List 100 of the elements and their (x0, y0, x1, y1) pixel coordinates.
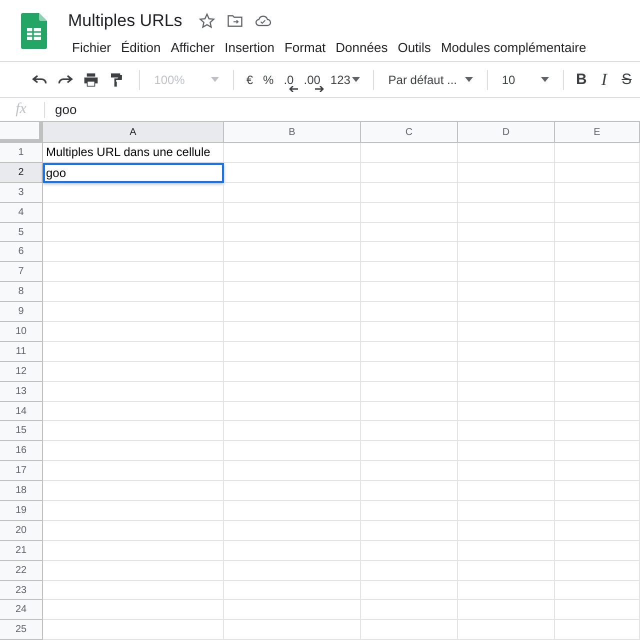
table-cell[interactable] (224, 620, 361, 640)
table-cell[interactable] (43, 501, 224, 521)
table-cell[interactable] (224, 600, 361, 620)
table-cell[interactable] (555, 600, 640, 620)
table-cell[interactable] (224, 322, 361, 342)
table-cell[interactable] (555, 342, 640, 362)
row-header[interactable]: 15 (0, 421, 43, 442)
table-cell[interactable] (555, 520, 640, 541)
table-cell[interactable] (458, 382, 555, 402)
row-header[interactable]: 22 (0, 560, 43, 581)
table-cell[interactable] (224, 501, 361, 521)
table-cell[interactable] (43, 481, 224, 502)
table-cell[interactable] (43, 600, 224, 620)
table-cell[interactable] (361, 162, 458, 183)
table-cell[interactable] (43, 302, 224, 322)
number-format-button[interactable]: 123 (325, 70, 366, 90)
menu-item[interactable]: Fichier (68, 38, 118, 57)
row-header[interactable]: 4 (0, 202, 43, 223)
table-cell[interactable] (224, 580, 361, 600)
table-cell[interactable] (224, 362, 361, 382)
table-cell[interactable] (361, 222, 458, 242)
table-cell[interactable] (361, 580, 458, 600)
row-header[interactable]: 1 (0, 143, 43, 163)
table-cell[interactable] (361, 421, 458, 442)
table-cell[interactable] (458, 362, 555, 382)
table-cell[interactable] (458, 441, 555, 462)
table-cell[interactable] (43, 520, 224, 541)
table-cell[interactable] (361, 441, 458, 462)
column-header[interactable]: B (224, 122, 361, 143)
table-cell[interactable] (361, 322, 458, 342)
table-cell[interactable] (361, 262, 458, 282)
menu-item[interactable]: Outils (394, 38, 437, 57)
table-cell[interactable] (555, 282, 640, 302)
cell-editor[interactable]: goo (43, 162, 224, 183)
row-header[interactable]: 19 (0, 501, 43, 521)
sheets-logo-icon[interactable] (21, 13, 47, 49)
table-cell[interactable] (361, 461, 458, 482)
table-cell[interactable] (555, 162, 640, 183)
row-header[interactable]: 7 (0, 262, 43, 282)
table-cell[interactable] (224, 481, 361, 502)
table-cell[interactable] (224, 342, 361, 362)
row-header[interactable]: 5 (0, 222, 43, 242)
number-format-button[interactable]: € (241, 70, 258, 90)
table-cell[interactable] (361, 481, 458, 502)
table-cell[interactable] (555, 461, 640, 482)
table-cell[interactable] (361, 282, 458, 302)
table-cell[interactable] (555, 421, 640, 442)
table-cell[interactable] (361, 202, 458, 223)
table-cell[interactable] (458, 560, 555, 581)
row-header[interactable]: 2 (0, 162, 43, 183)
table-cell[interactable] (43, 202, 224, 223)
table-cell[interactable] (555, 540, 640, 561)
table-cell[interactable] (43, 540, 224, 561)
table-cell[interactable] (224, 143, 361, 163)
table-cell[interactable] (224, 302, 361, 322)
column-header[interactable]: C (361, 122, 458, 143)
star-icon[interactable] (198, 12, 216, 30)
menu-item[interactable]: Insertion (220, 38, 280, 57)
table-cell[interactable] (224, 540, 361, 561)
row-header[interactable]: 13 (0, 382, 43, 402)
table-cell[interactable] (458, 421, 555, 442)
table-cell[interactable] (224, 182, 361, 203)
font-size-dropdown[interactable]: 10 (496, 70, 556, 90)
table-cell[interactable] (458, 540, 555, 561)
table-cell[interactable] (43, 382, 224, 402)
table-cell[interactable] (224, 402, 361, 422)
table-cell[interactable] (43, 560, 224, 581)
table-cell[interactable] (361, 342, 458, 362)
number-format-button[interactable]: .0 (278, 70, 299, 90)
table-cell[interactable] (43, 580, 224, 600)
table-cell[interactable] (224, 461, 361, 482)
row-header[interactable]: 3 (0, 182, 43, 203)
table-cell[interactable] (458, 501, 555, 521)
table-cell[interactable] (361, 501, 458, 521)
table-cell[interactable] (43, 222, 224, 242)
italic-button[interactable]: I (594, 70, 614, 90)
table-cell[interactable] (361, 182, 458, 203)
menu-item[interactable]: Données (332, 38, 394, 57)
row-header[interactable]: 23 (0, 580, 43, 600)
table-cell[interactable] (555, 481, 640, 502)
table-cell[interactable] (224, 441, 361, 462)
table-cell[interactable] (361, 143, 458, 163)
table-cell[interactable] (224, 262, 361, 282)
row-header[interactable]: 9 (0, 302, 43, 322)
formula-input[interactable]: goo (55, 102, 640, 117)
table-cell[interactable] (555, 242, 640, 262)
table-cell[interactable] (458, 282, 555, 302)
table-cell[interactable] (43, 322, 224, 342)
table-cell[interactable] (555, 302, 640, 322)
row-header[interactable]: 20 (0, 520, 43, 541)
table-cell[interactable] (555, 441, 640, 462)
bold-button[interactable]: B (572, 71, 591, 88)
table-cell[interactable] (458, 162, 555, 183)
document-title[interactable]: Multiples URLs (68, 11, 182, 31)
table-cell[interactable] (224, 382, 361, 402)
table-cell[interactable] (555, 382, 640, 402)
table-cell[interactable] (43, 242, 224, 262)
row-header[interactable]: 10 (0, 322, 43, 342)
table-cell[interactable] (224, 520, 361, 541)
table-cell[interactable] (555, 202, 640, 223)
